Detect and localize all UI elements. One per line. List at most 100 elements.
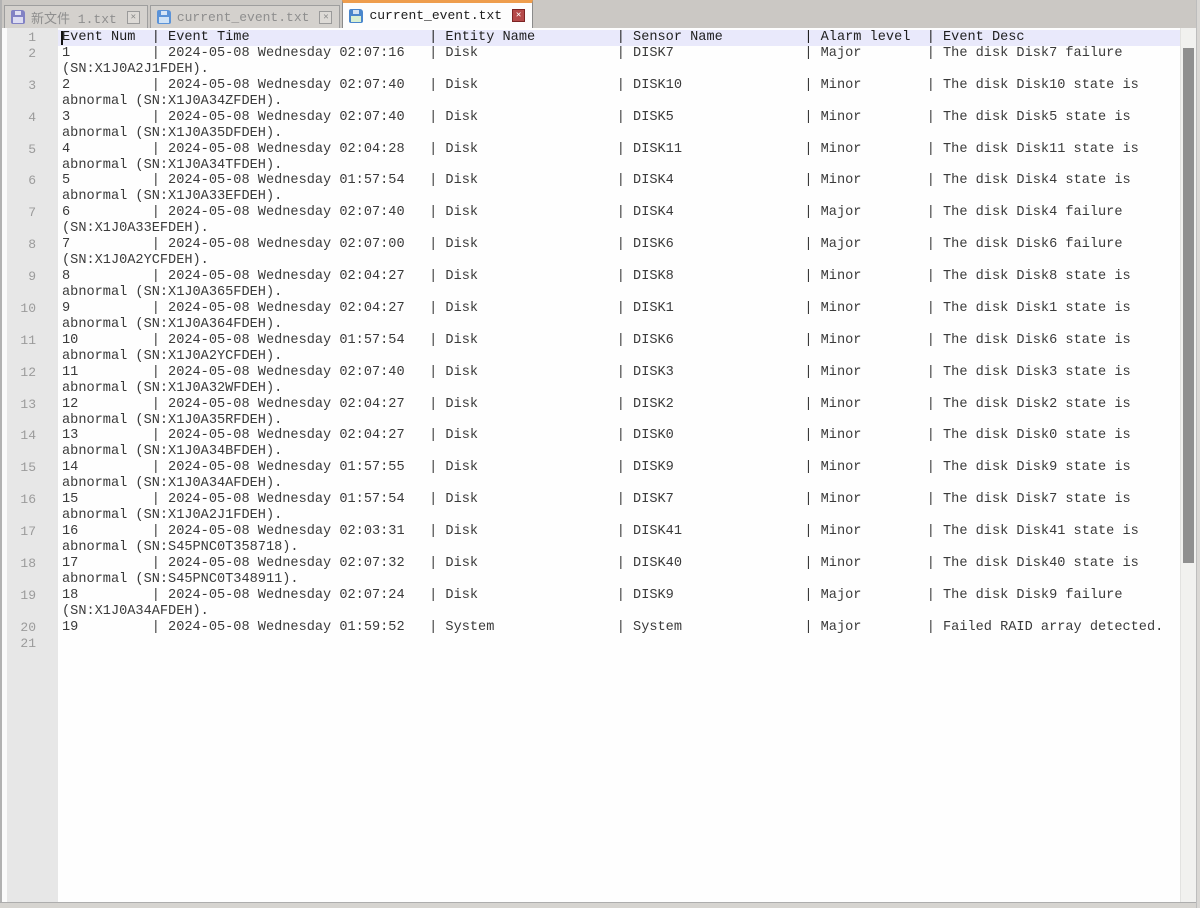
tab-2[interactable]: current_event.txt ✕: [342, 0, 533, 28]
tab-label: current_event.txt: [369, 8, 502, 23]
line-number: [7, 221, 58, 237]
floppy-disk-icon: [349, 9, 363, 23]
code-line: 1 | 2024-05-08 Wednesday 02:07:16 | Disk…: [58, 46, 1197, 62]
line-number: 5: [7, 142, 58, 158]
code-line: 18 | 2024-05-08 Wednesday 02:07:24 | Dis…: [58, 588, 1197, 604]
code-line: abnormal (SN:X1J0A33EFDEH).: [58, 189, 1197, 205]
line-number-gutter: 123456789101112131415161718192021: [2, 28, 58, 902]
tab-bar: 新文件 1.txt✕current_event.txt✕current_even…: [2, 0, 1196, 28]
line-number: [7, 381, 58, 397]
vertical-scrollbar[interactable]: [1180, 28, 1197, 902]
horizontal-scrollbar-area[interactable]: [0, 902, 1200, 908]
code-line: (SN:X1J0A2J1FDEH).: [58, 62, 1197, 78]
code-line: abnormal (SN:X1J0A2J1FDEH).: [58, 508, 1197, 524]
line-number: 14: [7, 428, 58, 444]
code-line: (SN:X1J0A34AFDEH).: [58, 604, 1197, 620]
code-line: 16 | 2024-05-08 Wednesday 02:03:31 | Dis…: [58, 524, 1197, 540]
code-line: 8 | 2024-05-08 Wednesday 02:04:27 | Disk…: [58, 269, 1197, 285]
code-line: (SN:X1J0A2YCFDEH).: [58, 253, 1197, 269]
code-line: abnormal (SN:X1J0A34TFDEH).: [58, 158, 1197, 174]
tab-1[interactable]: current_event.txt ✕: [150, 5, 341, 28]
tab-label: current_event.txt: [177, 10, 310, 25]
code-line: abnormal (SN:X1J0A34AFDEH).: [58, 476, 1197, 492]
code-line: abnormal (SN:X1J0A364FDEH).: [58, 317, 1197, 333]
line-number: [7, 413, 58, 429]
window-border-right: [1196, 0, 1200, 908]
code-line: 6 | 2024-05-08 Wednesday 02:07:40 | Disk…: [58, 205, 1197, 221]
line-number: [7, 62, 58, 78]
line-number: 12: [7, 365, 58, 381]
line-number: [7, 444, 58, 460]
line-number: 7: [7, 205, 58, 221]
tab-close-icon[interactable]: ✕: [319, 11, 332, 24]
code-line: 10 | 2024-05-08 Wednesday 01:57:54 | Dis…: [58, 333, 1197, 349]
code-area[interactable]: Event Num | Event Time | Entity Name | S…: [58, 28, 1197, 902]
line-number: 1: [7, 30, 58, 46]
line-number: [7, 572, 58, 588]
line-number: 15: [7, 460, 58, 476]
line-number: 16: [7, 492, 58, 508]
code-line: abnormal (SN:X1J0A34ZFDEH).: [58, 94, 1197, 110]
code-line: abnormal (SN:X1J0A32WFDEH).: [58, 381, 1197, 397]
floppy-disk-icon: [11, 10, 25, 24]
editor-area: 123456789101112131415161718192021 Event …: [2, 28, 1197, 902]
code-line: 2 | 2024-05-08 Wednesday 02:07:40 | Disk…: [58, 78, 1197, 94]
line-number: [7, 317, 58, 333]
scrollbar-thumb[interactable]: [1183, 48, 1194, 563]
line-number: [7, 253, 58, 269]
code-line-current: Event Num | Event Time | Entity Name | S…: [58, 30, 1197, 46]
line-number: 20: [7, 620, 58, 636]
code-line: abnormal (SN:X1J0A35DFDEH).: [58, 126, 1197, 142]
code-line: 3 | 2024-05-08 Wednesday 02:07:40 | Disk…: [58, 110, 1197, 126]
code-line: 15 | 2024-05-08 Wednesday 01:57:54 | Dis…: [58, 492, 1197, 508]
line-number: [7, 540, 58, 556]
line-number: [7, 126, 58, 142]
code-line: abnormal (SN:S45PNC0T348911).: [58, 572, 1197, 588]
code-line: 9 | 2024-05-08 Wednesday 02:04:27 | Disk…: [58, 301, 1197, 317]
line-number: 19: [7, 588, 58, 604]
code-line: abnormal (SN:X1J0A365FDEH).: [58, 285, 1197, 301]
line-number: [7, 508, 58, 524]
editor-window: 新文件 1.txt✕current_event.txt✕current_even…: [0, 0, 1200, 908]
line-number: 6: [7, 173, 58, 189]
line-number: [7, 158, 58, 174]
line-number: [7, 94, 58, 110]
code-line: 11 | 2024-05-08 Wednesday 02:07:40 | Dis…: [58, 365, 1197, 381]
code-line: 7 | 2024-05-08 Wednesday 02:07:00 | Disk…: [58, 237, 1197, 253]
tab-close-icon[interactable]: ✕: [512, 9, 525, 22]
line-number: 21: [7, 636, 58, 652]
line-number: 2: [7, 46, 58, 62]
tab-label: 新文件 1.txt: [31, 8, 117, 27]
text-caret: [61, 31, 63, 45]
code-line: abnormal (SN:X1J0A34BFDEH).: [58, 444, 1197, 460]
code-line: 13 | 2024-05-08 Wednesday 02:04:27 | Dis…: [58, 428, 1197, 444]
line-number: 4: [7, 110, 58, 126]
code-line: [58, 636, 1197, 652]
line-number: [7, 285, 58, 301]
code-line: (SN:X1J0A33EFDEH).: [58, 221, 1197, 237]
line-number: [7, 604, 58, 620]
code-line: 4 | 2024-05-08 Wednesday 02:04:28 | Disk…: [58, 142, 1197, 158]
line-number: 3: [7, 78, 58, 94]
code-line: 12 | 2024-05-08 Wednesday 02:04:27 | Dis…: [58, 397, 1197, 413]
line-number: 9: [7, 269, 58, 285]
line-number: 10: [7, 301, 58, 317]
code-line: abnormal (SN:X1J0A2YCFDEH).: [58, 349, 1197, 365]
line-number: 17: [7, 524, 58, 540]
floppy-disk-icon: [157, 10, 171, 24]
code-line: 14 | 2024-05-08 Wednesday 01:57:55 | Dis…: [58, 460, 1197, 476]
code-line: 19 | 2024-05-08 Wednesday 01:59:52 | Sys…: [58, 620, 1197, 636]
line-number: 8: [7, 237, 58, 253]
line-number: [7, 349, 58, 365]
line-number: [7, 476, 58, 492]
tab-0[interactable]: 新文件 1.txt ✕: [4, 5, 148, 28]
tab-close-icon[interactable]: ✕: [127, 11, 140, 24]
line-number: 18: [7, 556, 58, 572]
code-line: abnormal (SN:X1J0A35RFDEH).: [58, 413, 1197, 429]
code-line: abnormal (SN:S45PNC0T358718).: [58, 540, 1197, 556]
code-line: 5 | 2024-05-08 Wednesday 01:57:54 | Disk…: [58, 173, 1197, 189]
line-number: [7, 189, 58, 205]
line-number: 11: [7, 333, 58, 349]
line-number: 13: [7, 397, 58, 413]
code-line: 17 | 2024-05-08 Wednesday 02:07:32 | Dis…: [58, 556, 1197, 572]
